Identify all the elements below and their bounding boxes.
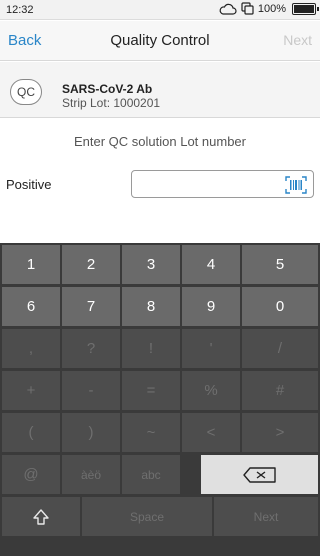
key-tilde[interactable]: ~ (122, 413, 180, 452)
key-0[interactable]: 0 (242, 287, 318, 326)
positive-label: Positive (6, 177, 52, 192)
key-close-paren[interactable]: ) (62, 413, 120, 452)
test-info: QC SARS-CoV-2 Ab Strip Lot: 1000201 (0, 62, 320, 118)
shift-icon (33, 508, 49, 525)
page-title: Quality Control (110, 32, 210, 49)
backspace-key[interactable] (201, 455, 318, 494)
test-name: SARS-CoV-2 Ab (62, 82, 153, 96)
qc-badge: QC (10, 79, 42, 105)
key-1[interactable]: 1 (2, 245, 60, 284)
key-8[interactable]: 8 (122, 287, 180, 326)
space-key[interactable]: Space (82, 497, 212, 536)
key-hash[interactable]: # (242, 371, 318, 410)
accented-keys-button[interactable]: àèö (62, 455, 120, 494)
key-plus[interactable]: + (2, 371, 60, 410)
instruction-text: Enter QC solution Lot number (74, 134, 246, 149)
key-2[interactable]: 2 (62, 245, 120, 284)
positive-input[interactable] (138, 175, 278, 193)
key-greater-than[interactable]: > (242, 413, 318, 452)
status-time: 12:32 (6, 4, 34, 16)
key-5[interactable]: 5 (242, 245, 318, 284)
barcode-icon[interactable] (285, 176, 307, 194)
key-7[interactable]: 7 (62, 287, 120, 326)
key-3[interactable]: 3 (122, 245, 180, 284)
back-button[interactable]: Back (8, 32, 41, 49)
keyboard-next-button[interactable]: Next (214, 497, 318, 536)
key-open-paren[interactable]: ( (2, 413, 60, 452)
battery-icon (292, 2, 319, 15)
nav-bar: Back Quality Control Next (0, 21, 320, 61)
shift-key[interactable] (2, 497, 80, 536)
strip-lot: Strip Lot: 1000201 (62, 96, 161, 110)
key-question[interactable]: ? (62, 329, 120, 368)
status-bar: 12:32 100% (0, 0, 320, 20)
keyboard: 1 2 3 4 5 6 7 8 9 0 , ? ! ' / + - = % # … (0, 243, 320, 556)
key-6[interactable]: 6 (2, 287, 60, 326)
key-apostrophe[interactable]: ' (182, 329, 240, 368)
key-minus[interactable]: - (62, 371, 120, 410)
key-9[interactable]: 9 (182, 287, 240, 326)
positive-field[interactable] (131, 170, 314, 198)
key-at[interactable]: @ (2, 455, 60, 494)
key-percent[interactable]: % (182, 371, 240, 410)
key-slash[interactable]: / (242, 329, 318, 368)
key-less-than[interactable]: < (182, 413, 240, 452)
key-exclamation[interactable]: ! (122, 329, 180, 368)
key-comma[interactable]: , (2, 329, 60, 368)
next-button[interactable]: Next (283, 32, 312, 48)
copy-icon (241, 2, 254, 15)
key-equals[interactable]: = (122, 371, 180, 410)
abc-keyboard-button[interactable]: abc (122, 455, 180, 494)
cloud-icon (219, 3, 237, 15)
key-4[interactable]: 4 (182, 245, 240, 284)
backspace-icon (242, 466, 276, 483)
battery-percent: 100% (257, 2, 286, 15)
status-icons: 100% (219, 2, 319, 15)
